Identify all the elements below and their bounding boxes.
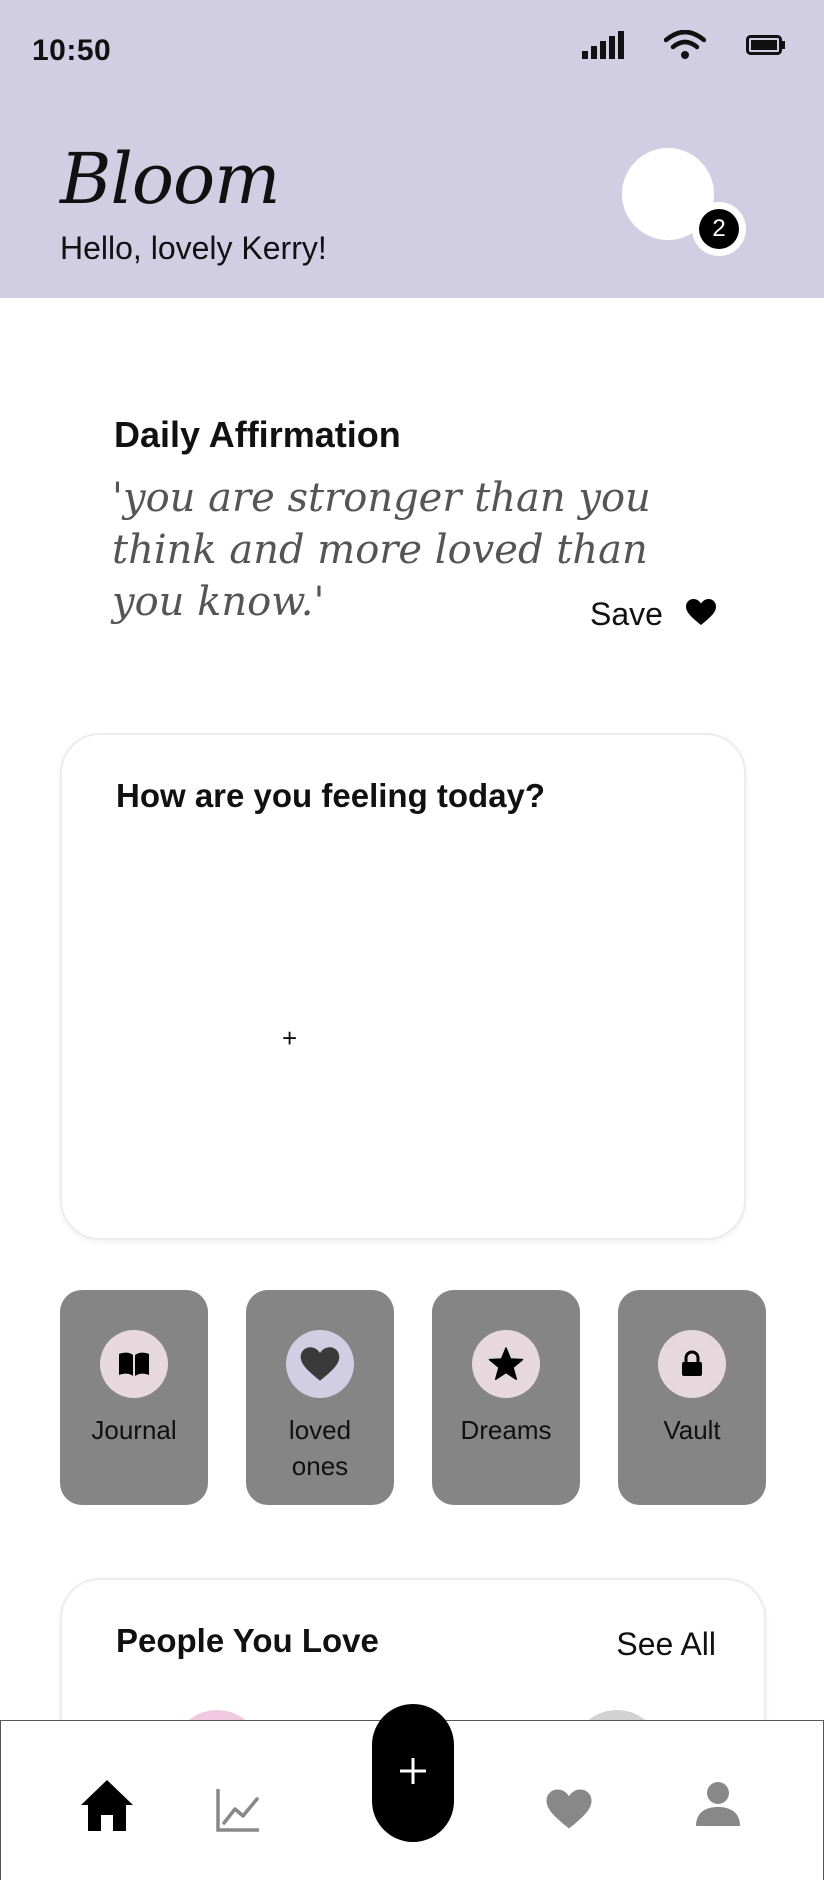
save-affirmation-button[interactable]: Save (590, 596, 717, 633)
mood-card-title: How are you feeling today? (116, 777, 546, 814)
nav-stats[interactable] (215, 1787, 261, 1838)
category-tiles: Journal loved ones Dreams Vault (60, 1290, 766, 1505)
chart-icon (215, 1787, 261, 1838)
people-title: People You Love (116, 1622, 379, 1659)
heart-icon (545, 1788, 593, 1835)
tile-dreams-label: Dreams (460, 1415, 552, 1445)
nav-home[interactable] (79, 1777, 135, 1837)
heart-icon (286, 1330, 354, 1398)
greeting-prefix: Hello, lovely (60, 230, 242, 266)
tile-vault[interactable]: Vault (618, 1290, 766, 1505)
notification-count: 2 (699, 209, 739, 249)
tile-loved-ones[interactable]: loved ones (246, 1290, 394, 1505)
home-icon (79, 1777, 135, 1838)
battery-icon (746, 34, 786, 56)
wifi-icon (664, 30, 706, 60)
affirmation-title: Daily Affirmation (114, 414, 401, 455)
heart-icon (685, 598, 717, 631)
add-mood-button[interactable]: + (282, 1025, 297, 1051)
tile-loved-ones-label: loved ones (288, 1415, 352, 1481)
tile-journal[interactable]: Journal (60, 1290, 208, 1505)
add-icon (399, 1757, 427, 1790)
greeting-name: Kerry! (241, 230, 327, 266)
book-icon (100, 1330, 168, 1398)
tile-journal-label: Journal (91, 1415, 177, 1445)
star-icon (472, 1330, 540, 1398)
brand-logo: Bloom (60, 138, 280, 220)
see-all-link[interactable]: See All (616, 1626, 716, 1663)
lock-icon (658, 1330, 726, 1398)
nav-profile[interactable] (695, 1781, 741, 1832)
save-label: Save (590, 596, 663, 632)
profile-icon (695, 1781, 741, 1832)
status-icons (582, 30, 786, 60)
add-entry-button[interactable] (372, 1704, 454, 1842)
signal-icon (582, 31, 624, 59)
mood-card: How are you feeling today? + (60, 733, 746, 1240)
tile-vault-label: Vault (663, 1415, 721, 1445)
header: 10:50 Bloom Hello, lovely Kerry! 2 (0, 0, 824, 298)
nav-favorites[interactable] (545, 1789, 593, 1833)
notification-badge[interactable]: 2 (692, 202, 746, 256)
greeting: Hello, lovely Kerry! (60, 230, 327, 267)
status-time: 10:50 (32, 34, 112, 67)
tile-dreams[interactable]: Dreams (432, 1290, 580, 1505)
